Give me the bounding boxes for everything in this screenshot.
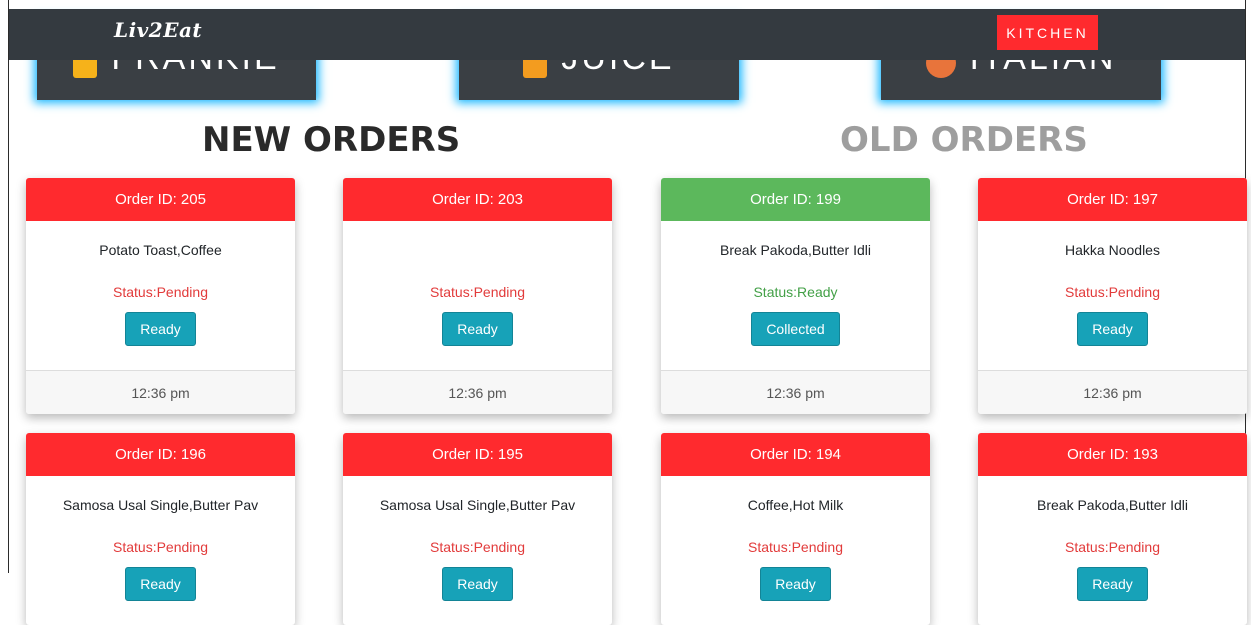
order-items: Break Pakoda,Butter Idli bbox=[1037, 496, 1188, 513]
order-items: Break Pakoda,Butter Idli bbox=[720, 241, 871, 258]
order-items: Coffee,Hot Milk bbox=[747, 496, 844, 513]
order-id-header: Order ID: 193 bbox=[978, 433, 1247, 476]
order-card: Order ID: 197 Hakka Noodles Status:Pendi… bbox=[978, 178, 1247, 414]
ready-button[interactable]: Ready bbox=[1077, 567, 1148, 601]
order-id-header: Order ID: 199 bbox=[661, 178, 930, 221]
order-status: Status:Pending bbox=[113, 284, 208, 300]
order-card: Order ID: 193 Break Pakoda,Butter Idli S… bbox=[978, 433, 1247, 625]
window-top-border bbox=[0, 0, 1251, 9]
brand-logo[interactable]: Liv2Eat bbox=[114, 18, 202, 42]
order-status: Status:Pending bbox=[1065, 284, 1160, 300]
order-id-header: Order ID: 205 bbox=[26, 178, 295, 221]
window-left-border bbox=[0, 0, 9, 573]
order-time: 12:36 pm bbox=[978, 370, 1247, 414]
old-orders-title[interactable]: OLD ORDERS bbox=[840, 120, 1088, 160]
kitchen-button[interactable]: KITCHEN bbox=[997, 15, 1098, 50]
order-status: Status:Pending bbox=[113, 539, 208, 555]
top-navbar: Liv2Eat KITCHEN bbox=[9, 9, 1245, 60]
order-status: Status:Pending bbox=[1065, 539, 1160, 555]
order-time: 12:36 pm bbox=[661, 370, 930, 414]
order-status: Status:Pending bbox=[430, 284, 525, 300]
order-card: Order ID: 205 Potato Toast,Coffee Status… bbox=[26, 178, 295, 414]
order-card: Order ID: 203 Status:Pending Ready 12:36… bbox=[343, 178, 612, 414]
ready-button[interactable]: Ready bbox=[442, 312, 513, 346]
order-card: Order ID: 195 Samosa Usal Single,Butter … bbox=[343, 433, 612, 625]
order-id-header: Order ID: 203 bbox=[343, 178, 612, 221]
order-items bbox=[343, 221, 612, 278]
order-id-header: Order ID: 195 bbox=[343, 433, 612, 476]
ready-button[interactable]: Ready bbox=[760, 567, 831, 601]
order-card: Order ID: 196 Samosa Usal Single,Butter … bbox=[26, 433, 295, 625]
order-status: Status:Pending bbox=[430, 539, 525, 555]
order-items: Potato Toast,Coffee bbox=[99, 241, 222, 258]
order-time: 12:36 pm bbox=[26, 370, 295, 414]
order-status: Status:Ready bbox=[753, 284, 838, 300]
ready-button[interactable]: Ready bbox=[442, 567, 513, 601]
order-items: Hakka Noodles bbox=[1065, 241, 1160, 258]
new-orders-title[interactable]: NEW ORDERS bbox=[202, 120, 460, 160]
ready-button[interactable]: Ready bbox=[125, 567, 196, 601]
ready-button[interactable]: Ready bbox=[125, 312, 196, 346]
order-items: Samosa Usal Single,Butter Pav bbox=[62, 496, 259, 513]
order-time: 12:36 pm bbox=[343, 370, 612, 414]
order-card: Order ID: 199 Break Pakoda,Butter Idli S… bbox=[661, 178, 930, 414]
order-card: Order ID: 194 Coffee,Hot Milk Status:Pen… bbox=[661, 433, 930, 625]
order-items: Samosa Usal Single,Butter Pav bbox=[379, 496, 576, 513]
order-id-header: Order ID: 197 bbox=[978, 178, 1247, 221]
order-id-header: Order ID: 194 bbox=[661, 433, 930, 476]
order-id-header: Order ID: 196 bbox=[26, 433, 295, 476]
collected-button[interactable]: Collected bbox=[751, 312, 840, 346]
order-status: Status:Pending bbox=[748, 539, 843, 555]
ready-button[interactable]: Ready bbox=[1077, 312, 1148, 346]
